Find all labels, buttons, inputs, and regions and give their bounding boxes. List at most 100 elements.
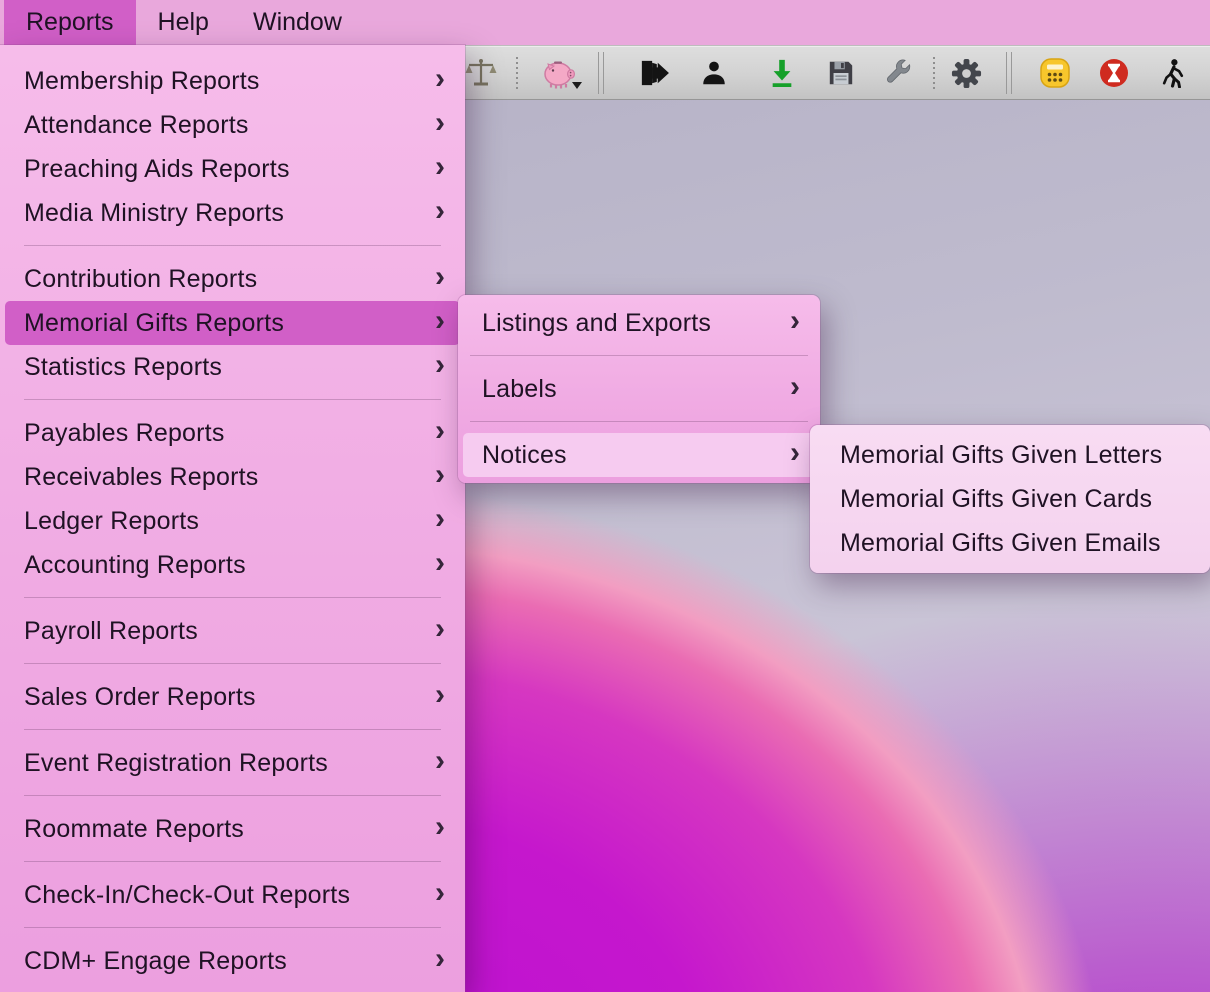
submenu-chevron-icon: › — [435, 460, 445, 490]
menu-item-membership-reports[interactable]: Membership Reports › — [5, 59, 460, 103]
menu-item-label: Attendance Reports — [24, 111, 249, 140]
menu-item-cdm-engage-reports[interactable]: CDM+ Engage Reports› — [5, 939, 460, 983]
menu-item-memorial-gifts-given-letters[interactable]: Memorial Gifts Given Letters — [815, 433, 1205, 477]
menubar-item-label: Help — [158, 8, 209, 37]
menu-item-label: Preaching Aids Reports — [24, 155, 290, 184]
menubar: Reports Help Window — [0, 0, 1210, 45]
menu-item-label: Memorial Gifts Given Emails — [840, 529, 1161, 558]
menu-separator — [24, 245, 441, 246]
submenu-chevron-icon: › — [435, 746, 445, 776]
menu-item-label: Contribution Reports — [24, 265, 257, 294]
menu-separator — [470, 421, 808, 422]
menu-item-label: Memorial Gifts Reports — [24, 309, 284, 338]
dropdown-caret-icon — [572, 82, 582, 89]
menubar-item-label: Window — [253, 8, 342, 37]
menu-item-label: CDM+ Engage Reports — [24, 947, 287, 976]
submenu-chevron-icon: › — [435, 812, 445, 842]
menu-item-payables-reports[interactable]: Payables Reports› — [5, 411, 460, 455]
menu-item-listings-and-exports[interactable]: Listings and Exports › — [463, 301, 815, 345]
toolbar-button-hourglass[interactable] — [1091, 50, 1137, 96]
memorial-gifts-submenu: Listings and Exports › Labels › Notices › — [458, 295, 820, 483]
menu-separator — [24, 861, 441, 862]
submenu-chevron-icon: › — [435, 878, 445, 908]
submenu-chevron-icon: › — [435, 152, 445, 182]
menu-item-label: Listings and Exports — [482, 309, 711, 338]
menu-item-label: Statistics Reports — [24, 353, 222, 382]
submenu-chevron-icon: › — [435, 306, 445, 336]
menu-item-label: Receivables Reports — [24, 463, 258, 492]
toolbar-button-exit-door[interactable] — [631, 50, 677, 96]
exit-door-icon — [638, 59, 670, 87]
menu-item-label: Event Registration Reports — [24, 749, 328, 778]
menu-item-label: Payables Reports — [24, 419, 225, 448]
menu-item-memorial-gifts-given-cards[interactable]: Memorial Gifts Given Cards — [815, 477, 1205, 521]
save-icon — [827, 59, 855, 87]
walking-person-icon — [1160, 58, 1186, 88]
menu-item-event-registration-reports[interactable]: Event Registration Reports › — [5, 741, 460, 785]
menu-item-memorial-gifts-given-emails[interactable]: Memorial Gifts Given Emails — [815, 521, 1205, 565]
menu-item-attendance-reports[interactable]: Attendance Reports› — [5, 103, 460, 147]
toolbar-dotted-separator — [516, 57, 518, 89]
submenu-chevron-icon: › — [435, 350, 445, 380]
toolbar-button-save[interactable] — [818, 50, 864, 96]
toolbar-button-walking-person[interactable] — [1150, 50, 1196, 96]
gear-icon — [950, 57, 983, 90]
submenu-chevron-icon: › — [435, 504, 445, 534]
submenu-chevron-icon: › — [790, 372, 800, 402]
menubar-item-window[interactable]: Window — [231, 0, 364, 45]
menu-item-sales-order-reports[interactable]: Sales Order Reports› — [5, 675, 460, 719]
submenu-chevron-icon: › — [790, 306, 800, 336]
toolbar-button-calculator[interactable] — [1032, 50, 1078, 96]
menu-separator — [24, 729, 441, 730]
toolbar-button-gear[interactable] — [943, 50, 989, 96]
scales-icon — [464, 57, 498, 89]
toolbar-dotted-separator — [933, 57, 935, 89]
menu-separator — [24, 795, 441, 796]
toolbar-button-person[interactable] — [691, 50, 737, 96]
menubar-item-label: Reports — [26, 8, 114, 37]
toolbar-button-piggy-bank[interactable] — [536, 50, 582, 96]
menu-item-accounting-reports[interactable]: Accounting Reports› — [5, 543, 460, 587]
menu-item-label: Notices — [482, 441, 567, 470]
menu-item-receivables-reports[interactable]: Receivables Reports › — [5, 455, 460, 499]
submenu-chevron-icon: › — [435, 196, 445, 226]
submenu-chevron-icon: › — [435, 262, 445, 292]
menu-item-label: Memorial Gifts Given Letters — [840, 441, 1162, 470]
submenu-chevron-icon: › — [790, 438, 800, 468]
reports-menu: Membership Reports›Attendance Reports›Pr… — [0, 45, 465, 992]
menu-item-label: Media Ministry Reports — [24, 199, 284, 228]
submenu-chevron-icon: › — [435, 64, 445, 94]
menu-separator — [24, 597, 441, 598]
menu-item-ledger-reports[interactable]: Ledger Reports › — [5, 499, 460, 543]
menu-item-label: Membership Reports — [24, 67, 260, 96]
menu-separator — [24, 663, 441, 664]
calculator-icon — [1039, 57, 1071, 89]
toolbar-button-download[interactable] — [759, 50, 805, 96]
toolbar-group-divider — [598, 52, 604, 94]
menu-item-label: Roommate Reports — [24, 815, 244, 844]
menu-separator — [24, 399, 441, 400]
menu-item-roommate-reports[interactable]: Roommate Reports › — [5, 807, 460, 851]
menubar-item-help[interactable]: Help — [136, 0, 231, 45]
menu-item-payroll-reports[interactable]: Payroll Reports› — [5, 609, 460, 653]
menu-item-label: Labels — [482, 375, 557, 404]
toolbar-button-wrench[interactable] — [876, 50, 922, 96]
menu-item-check-in-check-out-reports[interactable]: Check-In/Check-Out Reports› — [5, 873, 460, 917]
menubar-item-reports[interactable]: Reports — [4, 0, 136, 45]
toolbar-group-divider — [1006, 52, 1012, 94]
menu-item-labels[interactable]: Labels › — [463, 367, 815, 411]
menu-item-label: Ledger Reports — [24, 507, 199, 536]
menu-item-label: Payroll Reports — [24, 617, 198, 646]
menu-item-label: Memorial Gifts Given Cards — [840, 485, 1152, 514]
menu-item-statistics-reports[interactable]: Statistics Reports › — [5, 345, 460, 389]
menu-item-label: Sales Order Reports — [24, 683, 256, 712]
menu-item-memorial-gifts-reports[interactable]: Memorial Gifts Reports › — [5, 301, 460, 345]
wrench-icon — [884, 58, 914, 88]
person-icon — [700, 59, 728, 87]
menu-item-preaching-aids-reports[interactable]: Preaching Aids Reports › — [5, 147, 460, 191]
menu-item-label: Accounting Reports — [24, 551, 246, 580]
menu-item-notices[interactable]: Notices › — [463, 433, 815, 477]
menu-item-contribution-reports[interactable]: Contribution Reports › — [5, 257, 460, 301]
hourglass-icon — [1098, 57, 1130, 89]
menu-item-media-ministry-reports[interactable]: Media Ministry Reports › — [5, 191, 460, 235]
